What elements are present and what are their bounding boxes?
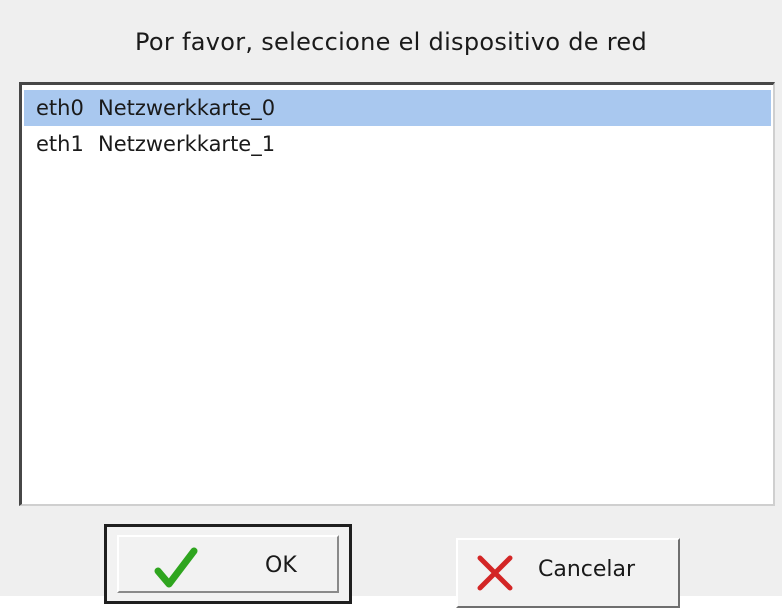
cross-icon: [474, 552, 516, 594]
ok-button[interactable]: OK: [104, 524, 352, 604]
ok-button-face: OK: [117, 535, 339, 593]
network-device-list[interactable]: eth0 Netzwerkkarte_0 eth1 Netzwerkkarte_…: [19, 82, 775, 506]
cancel-button[interactable]: Cancelar: [456, 538, 680, 608]
network-device-dialog: Por favor, seleccione el dispositivo de …: [0, 0, 782, 608]
device-id: eth1: [36, 132, 84, 156]
dialog-prompt: Por favor, seleccione el dispositivo de …: [134, 28, 648, 56]
list-item[interactable]: eth1 Netzwerkkarte_1: [24, 126, 771, 162]
device-name: Netzwerkkarte_1: [98, 132, 276, 156]
device-name: Netzwerkkarte_0: [98, 96, 276, 120]
cancel-button-label: Cancelar: [538, 557, 636, 582]
device-id: eth0: [36, 96, 84, 120]
checkmark-icon: [153, 545, 199, 591]
list-item[interactable]: eth0 Netzwerkkarte_0: [24, 90, 771, 126]
ok-button-label: OK: [265, 553, 297, 578]
